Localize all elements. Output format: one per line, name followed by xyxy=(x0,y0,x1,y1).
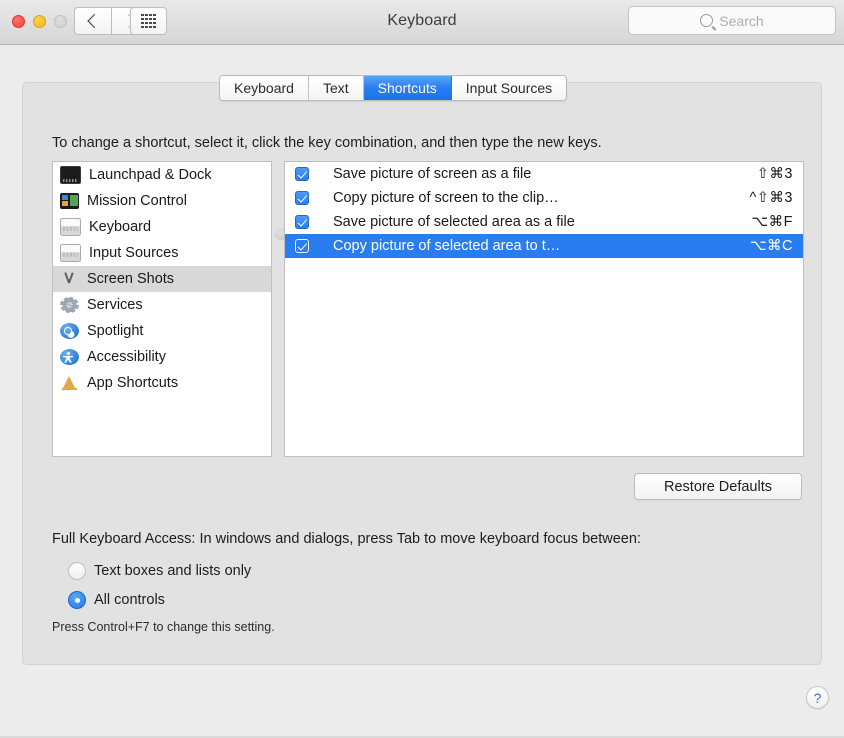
table-row-selected[interactable]: Copy picture of selected area to t… ⌥⌘C xyxy=(285,234,803,258)
tab-keyboard-label: Keyboard xyxy=(234,80,294,96)
list-item[interactable]: Accessibility xyxy=(53,344,271,370)
list-item-label: Mission Control xyxy=(87,193,187,209)
tab-input-sources[interactable]: Input Sources xyxy=(452,76,566,100)
shortcut-list[interactable]: Save picture of screen as a file ⇧⌘3 Cop… xyxy=(284,161,804,457)
shortcut-checkbox[interactable] xyxy=(295,167,309,181)
scissors-icon xyxy=(60,271,79,287)
tab-bar: Keyboard Text Shortcuts Input Sources xyxy=(219,75,567,101)
search-icon xyxy=(700,14,713,27)
tab-shortcuts-label: Shortcuts xyxy=(378,80,437,96)
full-keyboard-access-hint: Press Control+F7 to change this setting. xyxy=(52,620,275,634)
tab-text-label: Text xyxy=(323,80,349,96)
shortcut-keys[interactable]: ^⇧⌘3 xyxy=(749,190,793,206)
radio-label: Text boxes and lists only xyxy=(94,563,251,579)
radio-button-selected[interactable] xyxy=(68,591,86,609)
shortcut-checkbox[interactable] xyxy=(295,239,309,253)
accessibility-icon xyxy=(60,349,79,365)
list-item[interactable]: Keyboard xyxy=(53,214,271,240)
search-placeholder: Search xyxy=(719,13,763,29)
tab-input-sources-label: Input Sources xyxy=(466,80,552,96)
list-item-label: Keyboard xyxy=(89,219,151,235)
search-input[interactable]: Search xyxy=(628,6,836,35)
tab-text[interactable]: Text xyxy=(309,76,364,100)
table-row[interactable]: Copy picture of screen to the clip… ^⇧⌘3 xyxy=(285,186,803,210)
app-shortcuts-icon xyxy=(60,375,79,391)
shortcut-keys[interactable]: ⌥⌘C xyxy=(750,238,793,254)
tab-keyboard[interactable]: Keyboard xyxy=(220,76,309,100)
list-item-label: Spotlight xyxy=(87,323,143,339)
radio-text-boxes-and-lists-only[interactable]: Text boxes and lists only xyxy=(68,562,251,580)
help-button-label: ? xyxy=(814,690,822,706)
title-bar: Keyboard Search xyxy=(0,0,844,45)
list-item-screen-shots[interactable]: Screen Shots xyxy=(53,266,271,292)
content-panel: Keyboard Text Shortcuts Input Sources To… xyxy=(22,82,822,665)
shortcut-label: Save picture of selected area as a file xyxy=(333,214,751,230)
radio-label: All controls xyxy=(94,592,165,608)
table-row[interactable]: Save picture of screen as a file ⇧⌘3 xyxy=(285,162,803,186)
list-item[interactable]: Services xyxy=(53,292,271,318)
shortcut-checkbox[interactable] xyxy=(295,215,309,229)
shortcut-label: Copy picture of screen to the clip… xyxy=(333,190,749,206)
help-button[interactable]: ? xyxy=(806,686,829,709)
list-item-label: Input Sources xyxy=(89,245,178,261)
instruction-text: To change a shortcut, select it, click t… xyxy=(52,135,602,151)
full-keyboard-access-title: Full Keyboard Access: In windows and dia… xyxy=(52,531,641,547)
list-item[interactable]: Input Sources xyxy=(53,240,271,266)
mission-control-icon xyxy=(60,193,79,209)
shortcut-label: Save picture of screen as a file xyxy=(333,166,757,182)
spotlight-icon xyxy=(60,323,79,339)
restore-defaults-label: Restore Defaults xyxy=(664,479,772,495)
list-item-label: Launchpad & Dock xyxy=(89,167,212,183)
dock-icon xyxy=(60,166,81,184)
shortcut-keys[interactable]: ⇧⌘3 xyxy=(757,166,793,182)
tab-shortcuts[interactable]: Shortcuts xyxy=(364,76,452,100)
shortcut-label: Copy picture of selected area to t… xyxy=(333,238,750,254)
preferences-window: Keyboard Search Keyboard Text Shortcuts … xyxy=(0,0,844,738)
list-item[interactable]: Mission Control xyxy=(53,188,271,214)
list-item-label: Accessibility xyxy=(87,349,166,365)
input-sources-icon xyxy=(60,244,81,262)
list-item-label: Services xyxy=(87,297,143,313)
list-item-label: Screen Shots xyxy=(87,271,174,287)
list-item[interactable]: Launchpad & Dock xyxy=(53,162,271,188)
shortcut-checkbox[interactable] xyxy=(295,191,309,205)
restore-defaults-button[interactable]: Restore Defaults xyxy=(634,473,802,500)
keyboard-icon xyxy=(60,218,81,236)
gear-icon xyxy=(60,297,79,313)
category-list[interactable]: Launchpad & Dock Mission Control Keyboar… xyxy=(52,161,272,457)
list-item-label: App Shortcuts xyxy=(87,375,178,391)
list-item[interactable]: Spotlight xyxy=(53,318,271,344)
radio-button[interactable] xyxy=(68,562,86,580)
list-item[interactable]: App Shortcuts xyxy=(53,370,271,396)
radio-all-controls[interactable]: All controls xyxy=(68,591,165,609)
shortcut-keys[interactable]: ⌥⌘F xyxy=(751,214,793,230)
table-row[interactable]: Save picture of selected area as a file … xyxy=(285,210,803,234)
